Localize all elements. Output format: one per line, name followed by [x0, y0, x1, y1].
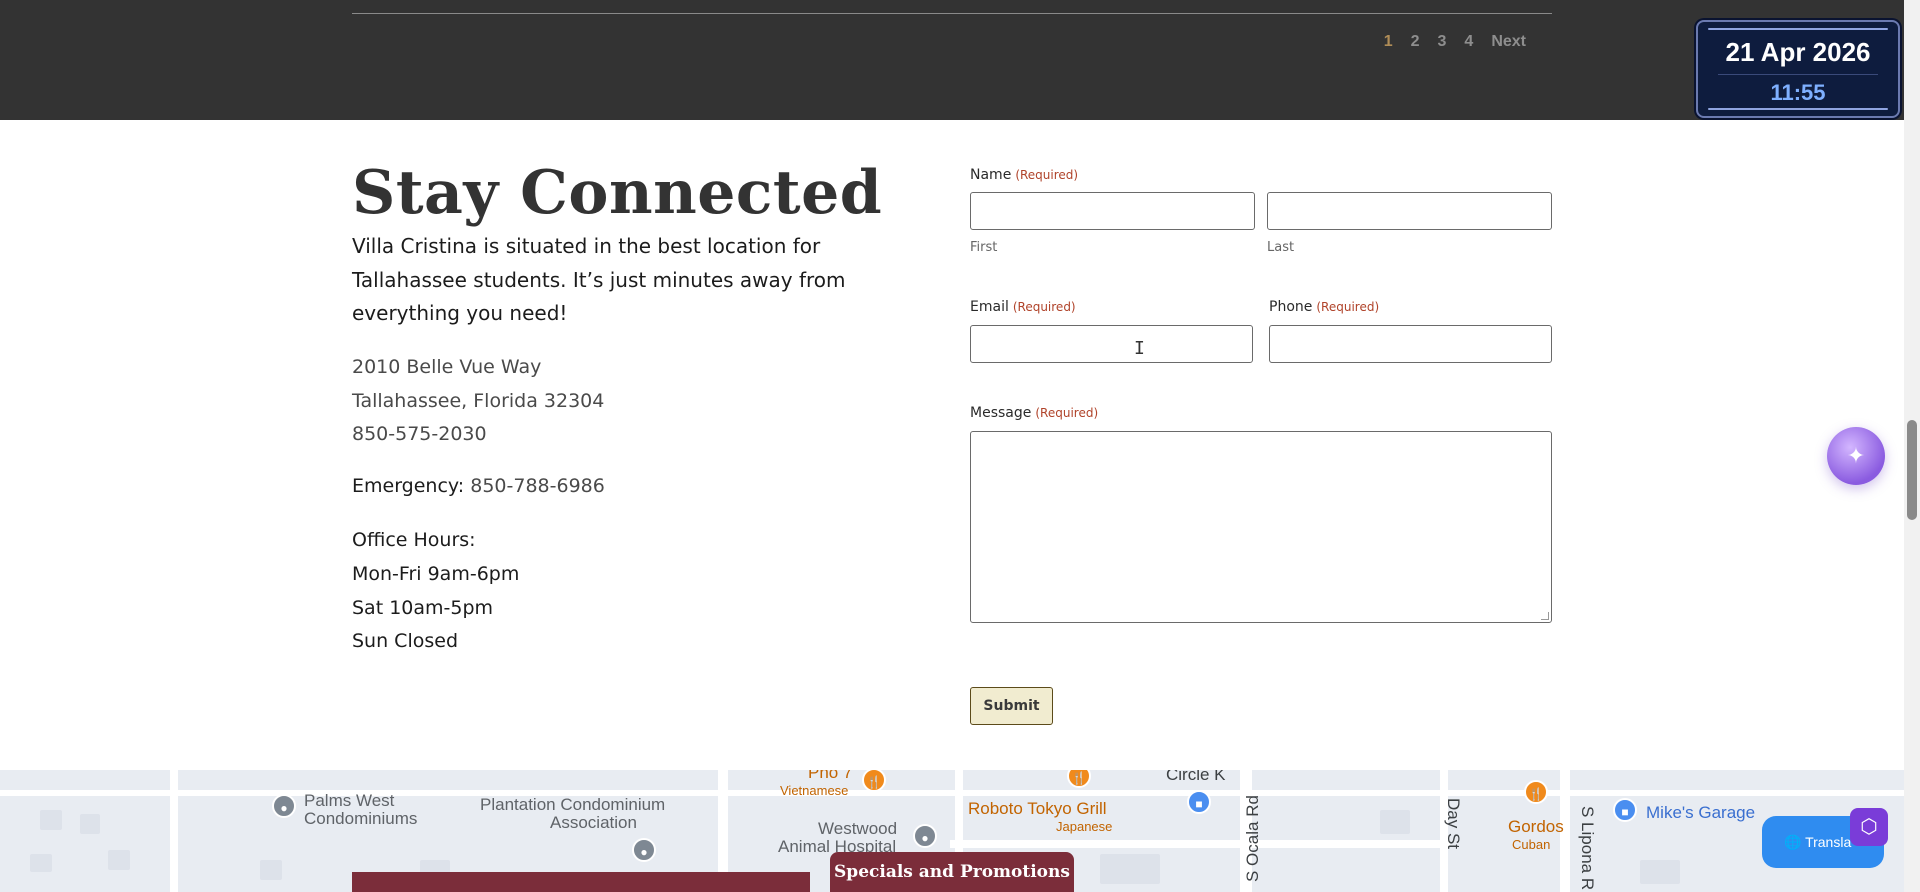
restaurant-pin-icon[interactable]: 🍴 — [1067, 770, 1091, 788]
email-label: Email (Required) — [970, 299, 1076, 315]
emergency-label: Emergency: — [352, 475, 465, 497]
map-label: Day St — [1444, 798, 1463, 850]
map-label: Condominiums — [304, 809, 418, 828]
map-label: Plantation Condominium — [480, 795, 666, 814]
required-marker: (Required) — [1015, 168, 1079, 182]
email-label-text: Email — [970, 299, 1009, 315]
map-label: Westwood — [818, 819, 898, 838]
date-display: 21 Apr 2026 — [1725, 37, 1871, 67]
widget-accent-top — [1708, 28, 1888, 30]
restaurant-pin-icon[interactable]: 🍴 — [862, 770, 886, 792]
map-label: Gordos — [1508, 817, 1564, 836]
address-line-1: 2010 Belle Vue Way — [352, 356, 542, 378]
map-building — [108, 850, 130, 870]
map-building — [30, 854, 52, 872]
translate-logo-icon[interactable]: ⬡ — [1850, 808, 1888, 846]
map-label: Mike's Garage — [1646, 803, 1756, 822]
next-page-link[interactable]: Next — [1491, 33, 1526, 51]
page-title: Stay Connected — [352, 158, 883, 228]
page-2-link[interactable]: 2 — [1411, 33, 1420, 51]
page-3-link[interactable]: 3 — [1438, 33, 1447, 51]
widget-accent-bottom — [1708, 108, 1888, 110]
emergency-phone[interactable]: 850-788-6986 — [470, 475, 605, 497]
specials-promotions-tab[interactable]: Specials and Promotions — [830, 852, 1074, 892]
text-cursor-icon: I — [1134, 338, 1145, 359]
submit-button[interactable]: Submit — [970, 687, 1053, 725]
pagination: 1 2 3 4 Next — [1384, 33, 1526, 51]
map-building — [260, 860, 282, 880]
map-label: Association — [550, 813, 637, 832]
hours-title: Office Hours: — [352, 529, 476, 551]
required-marker: (Required) — [1012, 300, 1076, 314]
map-place-pin-icon[interactable]: ● — [272, 794, 296, 818]
time-display: 11:55 — [1770, 80, 1826, 105]
top-band: 1 2 3 4 Next — [0, 0, 1904, 120]
emergency-line: Emergency: 850-788-6986 — [352, 470, 605, 503]
first-name-input[interactable] — [970, 192, 1255, 230]
map-label: S Lipona R — [1578, 806, 1597, 891]
map-label: Vietnamese — [780, 783, 849, 798]
phone-label: Phone (Required) — [1269, 299, 1379, 315]
page-1-link[interactable]: 1 — [1384, 33, 1393, 51]
office-hours: Office Hours: Mon-Fri 9am-6pm Sat 10am-5… — [352, 524, 519, 659]
required-marker: (Required) — [1035, 406, 1099, 420]
hours-weekday: Mon-Fri 9am-6pm — [352, 562, 520, 585]
map-label: Circle K — [1166, 770, 1226, 784]
phone-number[interactable]: 850-575-2030 — [352, 418, 604, 452]
hours-sunday: Sun Closed — [352, 630, 459, 653]
name-label: Name (Required) — [970, 167, 1078, 183]
page-4-link[interactable]: 4 — [1464, 33, 1473, 51]
required-marker: (Required) — [1316, 300, 1380, 314]
last-name-input[interactable] — [1267, 192, 1552, 230]
intro-text: Villa Cristina is situated in the best l… — [352, 234, 846, 325]
map-label: S Ocala Rd — [1243, 795, 1262, 882]
map-place-pin-icon[interactable]: ● — [913, 824, 937, 848]
map-place-pin-icon[interactable]: ● — [632, 838, 656, 862]
message-label: Message (Required) — [970, 405, 1098, 421]
map-label: Roboto Tokyo Grill — [968, 799, 1107, 818]
map-label: Palms West — [304, 791, 395, 810]
message-textarea[interactable] — [970, 431, 1552, 623]
store-pin-icon[interactable]: ■ — [1187, 790, 1211, 814]
map-building — [1100, 854, 1160, 884]
map-label: Pho 7 — [808, 770, 853, 782]
name-label-text: Name — [970, 167, 1012, 183]
address-line-2: Tallahassee, Florida 32304 — [352, 389, 605, 412]
map-building — [1640, 860, 1680, 884]
resize-handle-icon[interactable] — [1541, 612, 1549, 620]
map-building — [1380, 810, 1410, 834]
map-building — [40, 810, 62, 830]
divider — [352, 13, 1552, 14]
ai-assistant-sparkle-icon[interactable]: ✦ — [1827, 427, 1885, 485]
phone-field[interactable] — [1269, 325, 1552, 363]
hours-saturday: Sat 10am-5pm — [352, 596, 494, 619]
last-name-sublabel: Last — [1267, 240, 1295, 255]
address-block: 2010 Belle Vue Way Tallahassee, Florida … — [352, 351, 604, 452]
map-road — [170, 770, 178, 892]
message-label-text: Message — [970, 405, 1032, 421]
phone-label-text: Phone — [1269, 299, 1313, 315]
restaurant-pin-icon[interactable]: 🍴 — [1524, 780, 1548, 804]
map-overlay-bar — [352, 872, 810, 892]
map-road — [950, 840, 1450, 848]
map-building — [80, 814, 100, 834]
datetime-widget: 21 Apr 2026 11:55 — [1696, 20, 1900, 118]
widget-separator — [1718, 74, 1878, 75]
map-label: Japanese — [1056, 819, 1113, 834]
email-field[interactable] — [970, 325, 1253, 363]
scrollbar-thumb[interactable] — [1907, 420, 1917, 520]
store-pin-icon[interactable]: ■ — [1613, 798, 1637, 822]
map-label: Cuban — [1512, 837, 1551, 852]
first-name-sublabel: First — [970, 240, 998, 255]
